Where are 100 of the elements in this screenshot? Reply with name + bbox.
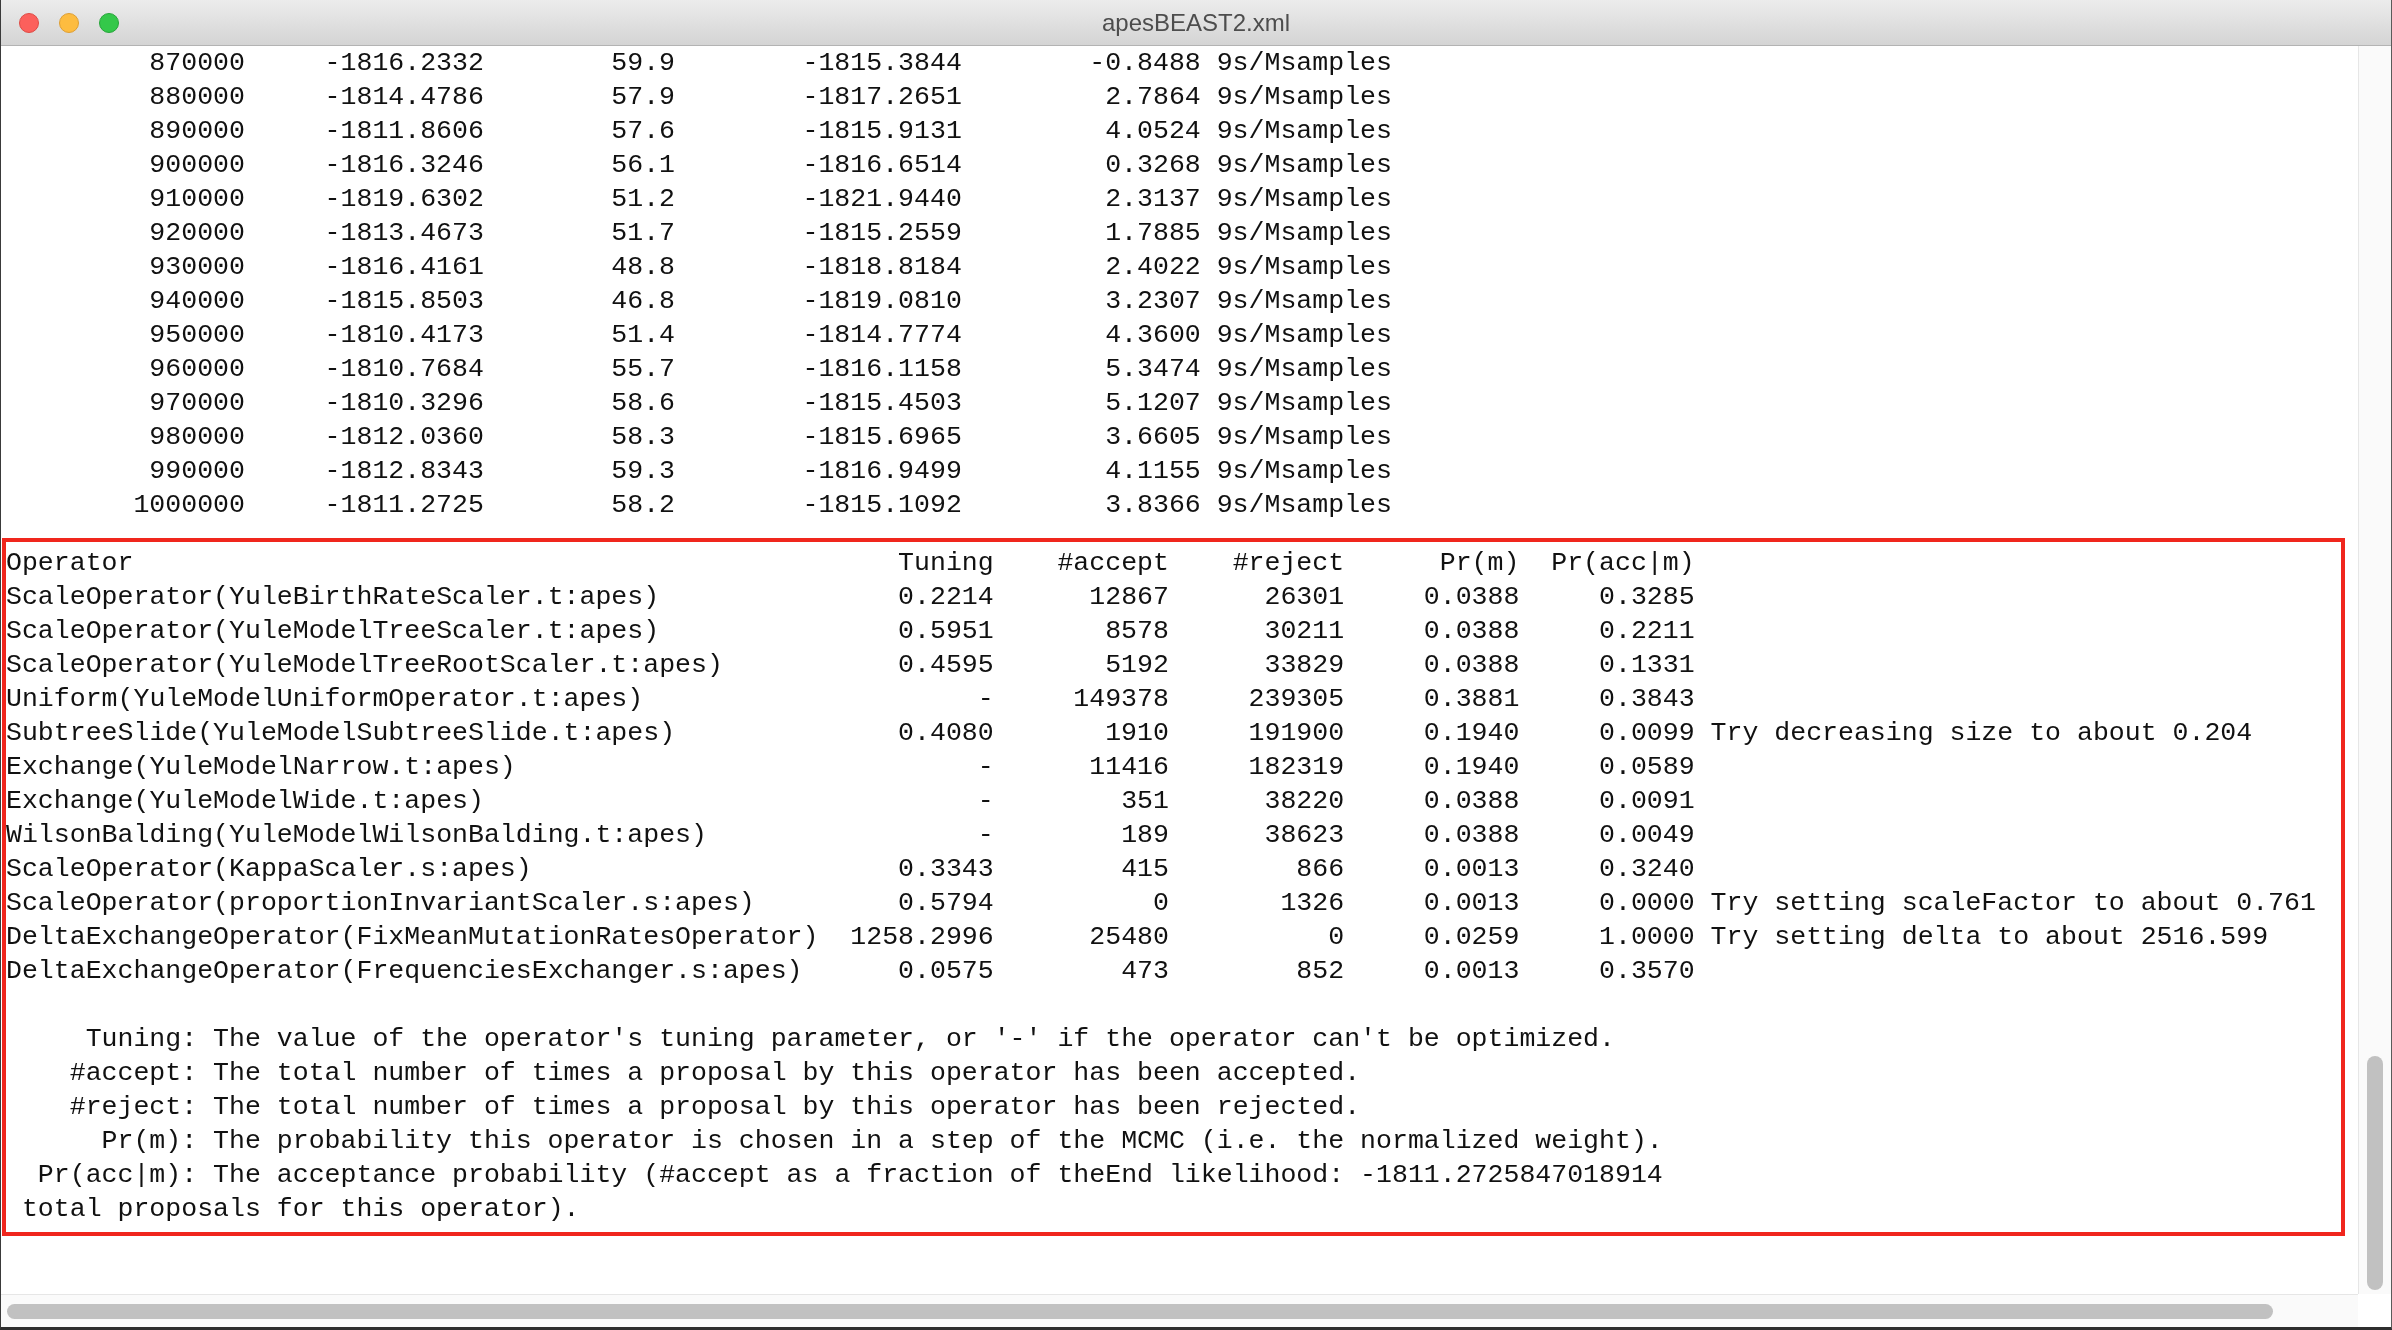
log-cell: -1818.8184 <box>802 252 962 282</box>
table-cell: 33829 <box>1264 650 1345 680</box>
table-cell: 0.0049 <box>1599 820 1695 850</box>
scrollbar-thumb[interactable] <box>7 1303 2273 1319</box>
table-cell: 0.3881 <box>1423 684 1520 714</box>
log-cell: 5.1207 <box>1105 388 1201 418</box>
log-cell: 57.9 <box>611 82 676 112</box>
table-cell: 0.0259 <box>1423 922 1520 952</box>
legend-text: total proposals for this operator). <box>21 1194 580 1224</box>
table-cell: 0.0589 <box>1599 752 1695 782</box>
table-cell: 0 <box>1153 888 1169 918</box>
log-cell: 9s/Msamples <box>1216 388 1392 418</box>
table-cell: 852 <box>1296 956 1345 986</box>
table-cell: ScaleOperator(KappaScaler.s:apes) <box>6 854 532 884</box>
table-cell: 351 <box>1121 786 1169 816</box>
log-cell: 59.9 <box>611 48 676 78</box>
legend-term: #reject: <box>69 1092 198 1122</box>
log-cell: 9s/Msamples <box>1216 82 1392 112</box>
log-cell: -1814.4786 <box>324 82 484 112</box>
table-cell: ScaleOperator(YuleBirthRateScaler.t:apes) <box>6 582 660 612</box>
minimize-button[interactable] <box>59 12 79 33</box>
table-cell: 0.3570 <box>1599 956 1695 986</box>
table-cell: 0.0013 <box>1423 956 1520 986</box>
log-cell: -1815.4503 <box>802 388 962 418</box>
log-cell: 9s/Msamples <box>1216 320 1392 350</box>
log-cell: 910000 <box>149 184 245 214</box>
table-cell: DeltaExchangeOperator(FixMeanMutationRatesOperator) <box>6 922 819 952</box>
log-cell: 9s/Msamples <box>1216 354 1392 384</box>
log-cell: 55.7 <box>611 354 676 384</box>
log-cell: 2.4022 <box>1105 252 1201 282</box>
log-cell: 9s/Msamples <box>1216 218 1392 248</box>
table-cell: 0.3285 <box>1599 582 1695 612</box>
log-cell: -1816.1158 <box>802 354 962 384</box>
log-cell: 1.7885 <box>1105 218 1201 248</box>
table-cell: 1910 <box>1105 718 1169 748</box>
table-cell: 149378 <box>1073 684 1169 714</box>
legend-text: The acceptance probability (#accept as a fraction of theEnd likelihood: -1811.2725847018914 <box>213 1160 1663 1190</box>
log-cell: 9s/Msamples <box>1216 286 1392 316</box>
log-cell: -1816.9499 <box>802 456 962 486</box>
table-cell: 0.0388 <box>1423 582 1520 612</box>
scrollbar-thumb[interactable] <box>2367 1056 2383 1290</box>
table-cell: 38623 <box>1264 820 1345 850</box>
log-cell: 4.0524 <box>1105 116 1201 146</box>
table-cell: 0.2214 <box>898 582 994 612</box>
table-cell: 0.0091 <box>1599 786 1695 816</box>
log-cell: -1815.2559 <box>802 218 962 248</box>
log-cell: 51.4 <box>611 320 676 350</box>
table-cell: 1258.2996 <box>850 922 994 952</box>
log-cell: 2.7864 <box>1105 82 1201 112</box>
log-cell: 59.3 <box>611 456 676 486</box>
log-cell: 0.3268 <box>1105 150 1201 180</box>
log-cell: 46.8 <box>611 286 676 316</box>
hint-text: Try setting delta to about 2516.599 <box>1710 922 2269 952</box>
table-cell: 12867 <box>1089 582 1169 612</box>
log-cell: 1000000 <box>133 490 245 520</box>
log-cell: 9s/Msamples <box>1216 48 1392 78</box>
table-cell: 1326 <box>1280 888 1345 918</box>
table-cell: 30211 <box>1264 616 1345 646</box>
legend-text: The total number of times a proposal by this operator has been accepted. <box>213 1058 1361 1088</box>
hint-text: Try decreasing size to about 0.204 <box>1710 718 2253 748</box>
log-cell: -1815.8503 <box>324 286 484 316</box>
table-cell: 0.0000 <box>1599 888 1695 918</box>
log-cell: 4.3600 <box>1105 320 1201 350</box>
column-header: Tuning <box>898 548 994 578</box>
log-cell: 3.8366 <box>1105 490 1201 520</box>
log-cell: 980000 <box>149 422 245 452</box>
table-cell: 0.0013 <box>1423 888 1520 918</box>
log-cell: 9s/Msamples <box>1216 116 1392 146</box>
log-cell: 950000 <box>149 320 245 350</box>
close-button[interactable] <box>19 12 39 33</box>
window-title: apesBEAST2.xml <box>1101 8 1291 37</box>
log-cell: -1813.4673 <box>324 218 484 248</box>
table-cell: 239305 <box>1248 684 1345 714</box>
log-cell: 970000 <box>149 388 245 418</box>
table-cell: Exchange(YuleModelNarrow.t:apes) <box>6 752 516 782</box>
table-cell: 182319 <box>1248 752 1345 782</box>
table-cell: ScaleOperator(YuleModelTreeRootScaler.t:apes) <box>6 650 723 680</box>
table-cell: - <box>977 786 994 816</box>
log-cell: 890000 <box>149 116 245 146</box>
log-cell: -1810.7684 <box>324 354 484 384</box>
table-cell: 1.0000 <box>1599 922 1695 952</box>
table-cell: 473 <box>1121 956 1169 986</box>
legend-text: The total number of times a proposal by this operator has been rejected. <box>213 1092 1361 1122</box>
table-cell: - <box>977 684 994 714</box>
table-cell: Exchange(YuleModelWide.t:apes) <box>6 786 484 816</box>
log-cell: 5.3474 <box>1105 354 1201 384</box>
log-cell: 9s/Msamples <box>1216 490 1392 520</box>
table-cell: SubtreeSlide(YuleModelSubtreeSlide.t:apes) <box>6 718 676 748</box>
log-cell: -1815.6965 <box>802 422 962 452</box>
table-cell: 5192 <box>1105 650 1169 680</box>
table-cell: WilsonBalding(YuleModelWilsonBalding.t:apes) <box>6 820 707 850</box>
log-cell: 58.6 <box>611 388 676 418</box>
log-cell: -1816.2332 <box>324 48 484 78</box>
log-cell: -1816.6514 <box>802 150 962 180</box>
log-cell: 58.3 <box>611 422 676 452</box>
log-cell: 51.2 <box>611 184 676 214</box>
log-cell: 9s/Msamples <box>1216 150 1392 180</box>
log-cell: 3.2307 <box>1105 286 1201 316</box>
column-header: #reject <box>1232 548 1345 578</box>
zoom-button[interactable] <box>99 12 119 33</box>
